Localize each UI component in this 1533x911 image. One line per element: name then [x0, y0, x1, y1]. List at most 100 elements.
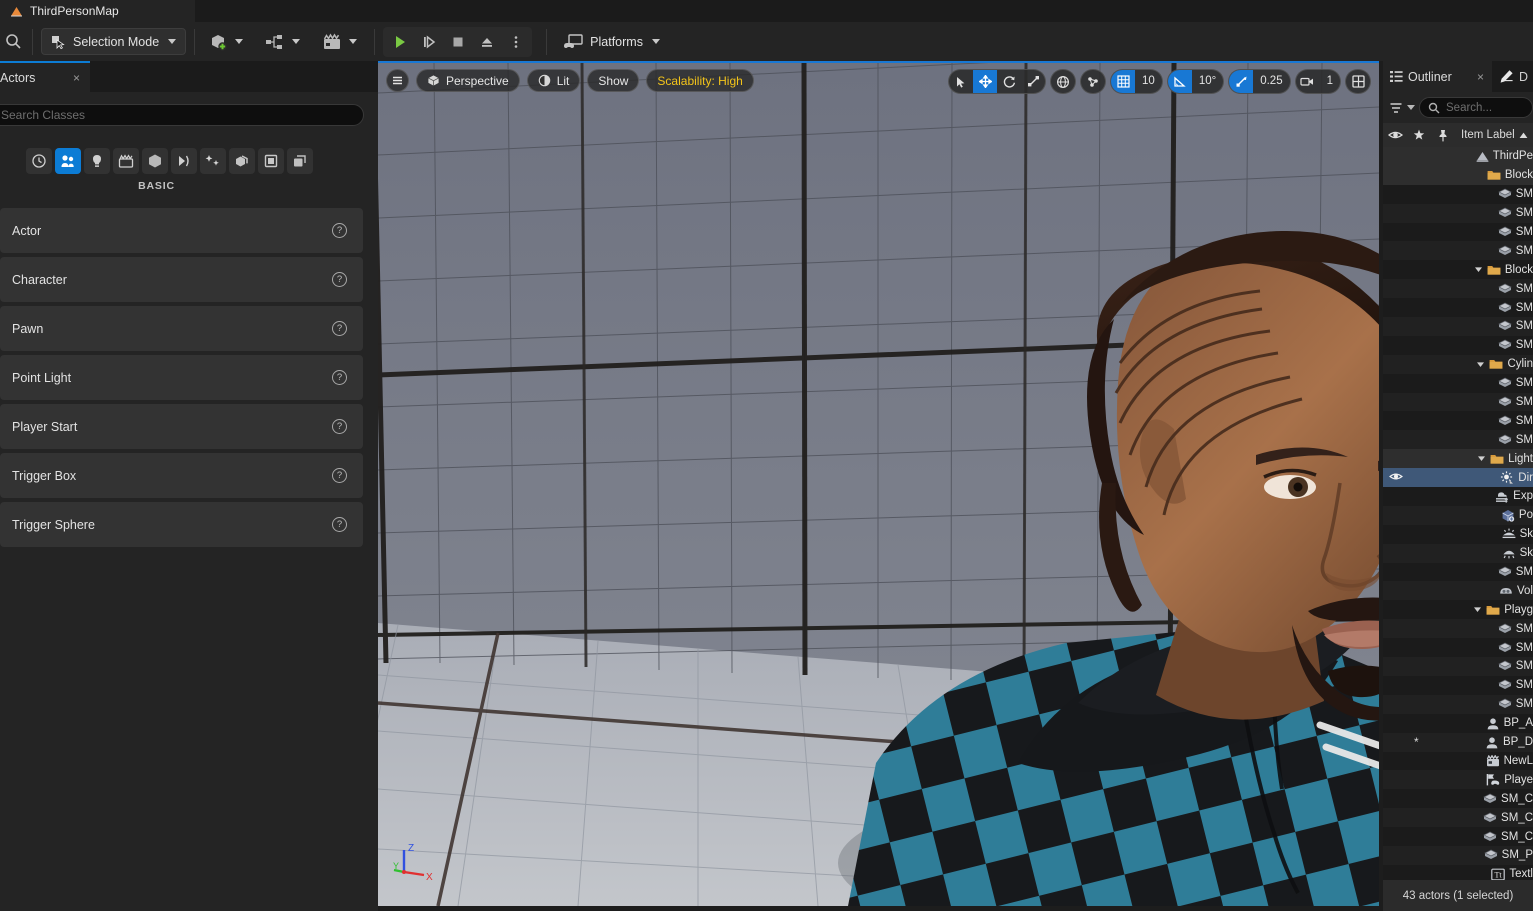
- viewport-lit-dropdown[interactable]: Lit: [527, 69, 581, 92]
- viewport-show-dropdown[interactable]: Show: [587, 69, 639, 92]
- list-item[interactable]: Point Light ?: [0, 355, 363, 400]
- outliner-row[interactable]: Dir: [1383, 468, 1533, 487]
- list-item[interactable]: Actor ?: [0, 208, 363, 253]
- outliner-row[interactable]: SM: [1383, 430, 1533, 449]
- help-icon[interactable]: ?: [332, 272, 347, 287]
- move-gizmo-icon[interactable]: [973, 69, 997, 94]
- help-icon[interactable]: ?: [332, 419, 347, 434]
- outliner-row[interactable]: Block: [1383, 166, 1533, 185]
- category-shapes[interactable]: [142, 148, 168, 174]
- surface-snap-icon[interactable]: [1081, 69, 1105, 94]
- select-arrow-icon[interactable]: [949, 69, 973, 94]
- scale-gizmo-icon[interactable]: [1021, 69, 1045, 94]
- list-item[interactable]: Player Start ?: [0, 404, 363, 449]
- viewport-perspective-dropdown[interactable]: Perspective: [416, 69, 520, 92]
- scale-snap-value[interactable]: 0.25: [1253, 69, 1289, 94]
- outliner-row[interactable]: SM: [1383, 298, 1533, 317]
- blueprints-button[interactable]: [260, 27, 305, 57]
- world-coordinate-icon[interactable]: [1051, 69, 1075, 94]
- outliner-row[interactable]: ThirdPe: [1383, 147, 1533, 166]
- category-lights[interactable]: [84, 148, 110, 174]
- level-tab[interactable]: ThirdPersonMap: [0, 0, 195, 22]
- eye-icon[interactable]: [1389, 471, 1403, 482]
- eye-icon[interactable]: [1383, 129, 1407, 141]
- outliner-row[interactable]: SM: [1383, 204, 1533, 223]
- list-item[interactable]: Pawn ?: [0, 306, 363, 351]
- search-icon[interactable]: [4, 32, 24, 52]
- tab-actors[interactable]: Actors ×: [0, 61, 90, 92]
- outliner-row[interactable]: SM: [1383, 695, 1533, 714]
- create-actor-button[interactable]: [203, 27, 248, 57]
- selection-mode-dropdown[interactable]: Selection Mode: [41, 28, 186, 55]
- expander-icon[interactable]: [1474, 265, 1483, 274]
- rotate-gizmo-icon[interactable]: [997, 69, 1021, 94]
- category-volumes[interactable]: [200, 148, 226, 174]
- close-icon[interactable]: ×: [73, 71, 80, 85]
- outliner-row[interactable]: SM: [1383, 185, 1533, 204]
- category-visual-effects[interactable]: [171, 148, 197, 174]
- grid-snap-icon[interactable]: [1111, 69, 1135, 94]
- list-item[interactable]: Trigger Box ?: [0, 453, 363, 498]
- more-options-button[interactable]: [502, 29, 529, 55]
- outliner-row[interactable]: SM_C: [1383, 827, 1533, 846]
- outliner-row[interactable]: Po: [1383, 506, 1533, 525]
- play-button[interactable]: [386, 29, 413, 55]
- outliner-row[interactable]: SM: [1383, 563, 1533, 582]
- outliner-row[interactable]: Cylin: [1383, 355, 1533, 374]
- outliner-row[interactable]: Vol: [1383, 581, 1533, 600]
- help-icon[interactable]: ?: [332, 321, 347, 336]
- category-all-classes[interactable]: [229, 148, 255, 174]
- pin-icon[interactable]: [1431, 129, 1455, 142]
- viewport-menu-icon[interactable]: [386, 69, 409, 92]
- outliner-search-input[interactable]: Search...: [1419, 97, 1533, 118]
- help-icon[interactable]: ?: [332, 517, 347, 532]
- outliner-row[interactable]: Playg: [1383, 600, 1533, 619]
- outliner-row[interactable]: SM: [1383, 223, 1533, 242]
- category-misc[interactable]: [287, 148, 313, 174]
- angle-snap-value[interactable]: 10°: [1192, 69, 1223, 94]
- help-icon[interactable]: ?: [332, 370, 347, 385]
- viewport-layout-icon[interactable]: [1346, 69, 1370, 94]
- play-step-button[interactable]: [415, 29, 442, 55]
- outliner-row[interactable]: *BP_D: [1383, 733, 1533, 752]
- outliner-row[interactable]: SM_P: [1383, 846, 1533, 865]
- cinematics-button[interactable]: [317, 27, 362, 57]
- outliner-row[interactable]: NewL: [1383, 752, 1533, 771]
- stop-button[interactable]: [444, 29, 471, 55]
- outliner-row[interactable]: Light: [1383, 449, 1533, 468]
- star-icon[interactable]: [1407, 129, 1431, 141]
- outliner-row[interactable]: SM: [1383, 374, 1533, 393]
- expander-icon[interactable]: [1477, 454, 1486, 463]
- outliner-row[interactable]: SM_C: [1383, 789, 1533, 808]
- outliner-row[interactable]: SM: [1383, 393, 1533, 412]
- camera-speed-icon[interactable]: [1296, 69, 1320, 94]
- search-classes-input[interactable]: Search Classes: [0, 104, 364, 126]
- star-icon[interactable]: *: [1414, 735, 1419, 749]
- category-cinematic[interactable]: [113, 148, 139, 174]
- help-icon[interactable]: ?: [332, 468, 347, 483]
- outliner-row[interactable]: BP_A: [1383, 714, 1533, 733]
- column-item-label[interactable]: Item Label: [1455, 129, 1533, 141]
- grid-snap-value[interactable]: 10: [1135, 69, 1162, 94]
- level-viewport[interactable]: Perspective Lit Show Scalability: High: [378, 63, 1379, 906]
- outliner-row[interactable]: Sk: [1383, 544, 1533, 563]
- category-basic[interactable]: [55, 148, 81, 174]
- outliner-row[interactable]: SM: [1383, 279, 1533, 298]
- camera-speed-value[interactable]: 1: [1320, 69, 1340, 94]
- outliner-row[interactable]: SM: [1383, 411, 1533, 430]
- angle-snap-icon[interactable]: [1168, 69, 1192, 94]
- scale-snap-icon[interactable]: [1229, 69, 1253, 94]
- category-recently-placed[interactable]: [26, 148, 52, 174]
- outliner-row[interactable]: SM: [1383, 241, 1533, 260]
- expander-icon[interactable]: [1476, 360, 1485, 369]
- viewport-scalability-dropdown[interactable]: Scalability: High: [646, 69, 753, 92]
- outliner-tree[interactable]: ThirdPeBlockSMSMSMSMBlockSMSMSMSMCylinSM…: [1383, 147, 1533, 911]
- outliner-row[interactable]: SM: [1383, 619, 1533, 638]
- outliner-row[interactable]: SM: [1383, 638, 1533, 657]
- outliner-row[interactable]: SM_C: [1383, 808, 1533, 827]
- tab-details[interactable]: D: [1492, 61, 1533, 92]
- platforms-dropdown[interactable]: Platforms: [555, 28, 668, 56]
- outliner-filter-button[interactable]: [1389, 101, 1415, 115]
- outliner-row[interactable]: Exp: [1383, 487, 1533, 506]
- outliner-row[interactable]: Playe: [1383, 770, 1533, 789]
